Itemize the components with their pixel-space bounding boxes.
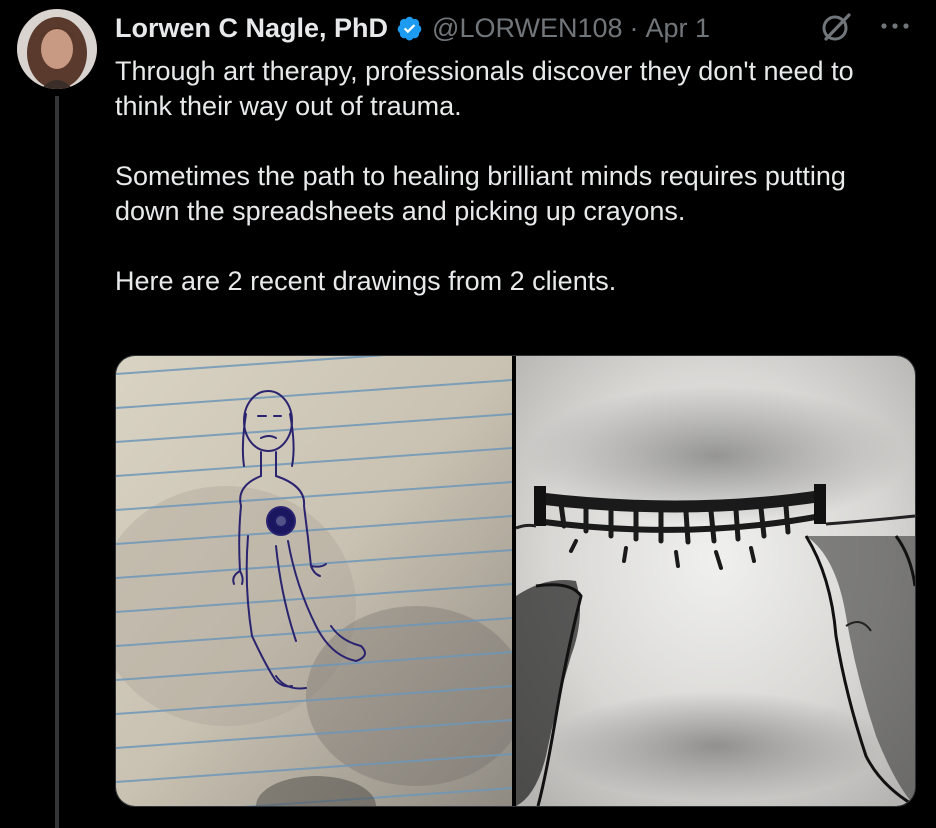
tweet-paragraph: Sometimes the path to healing brilliant … <box>115 161 846 226</box>
more-options-icon[interactable] <box>875 12 915 40</box>
author-name[interactable]: Lorwen C Nagle, PhD <box>115 13 388 44</box>
drawing-image-1[interactable] <box>116 356 512 806</box>
drawing-image-2[interactable] <box>516 356 915 806</box>
media-grid <box>115 355 916 807</box>
tweet-paragraph: Through art therapy, professionals disco… <box>115 56 854 121</box>
author-avatar[interactable] <box>17 9 97 89</box>
thread-line <box>55 96 59 828</box>
tweet-paragraph: Here are 2 recent drawings from 2 client… <box>115 266 617 296</box>
tweet-date[interactable]: Apr 1 <box>646 13 711 44</box>
verified-badge-icon <box>396 15 423 42</box>
separator-dot: · <box>629 12 639 43</box>
tweet-text: Through art therapy, professionals disco… <box>115 54 905 299</box>
grok-icon[interactable] <box>818 9 854 45</box>
tweet-header: Lorwen C Nagle, PhD @LORWEN108 · Apr 1 <box>115 8 710 48</box>
author-handle[interactable]: @LORWEN108 <box>432 13 622 44</box>
